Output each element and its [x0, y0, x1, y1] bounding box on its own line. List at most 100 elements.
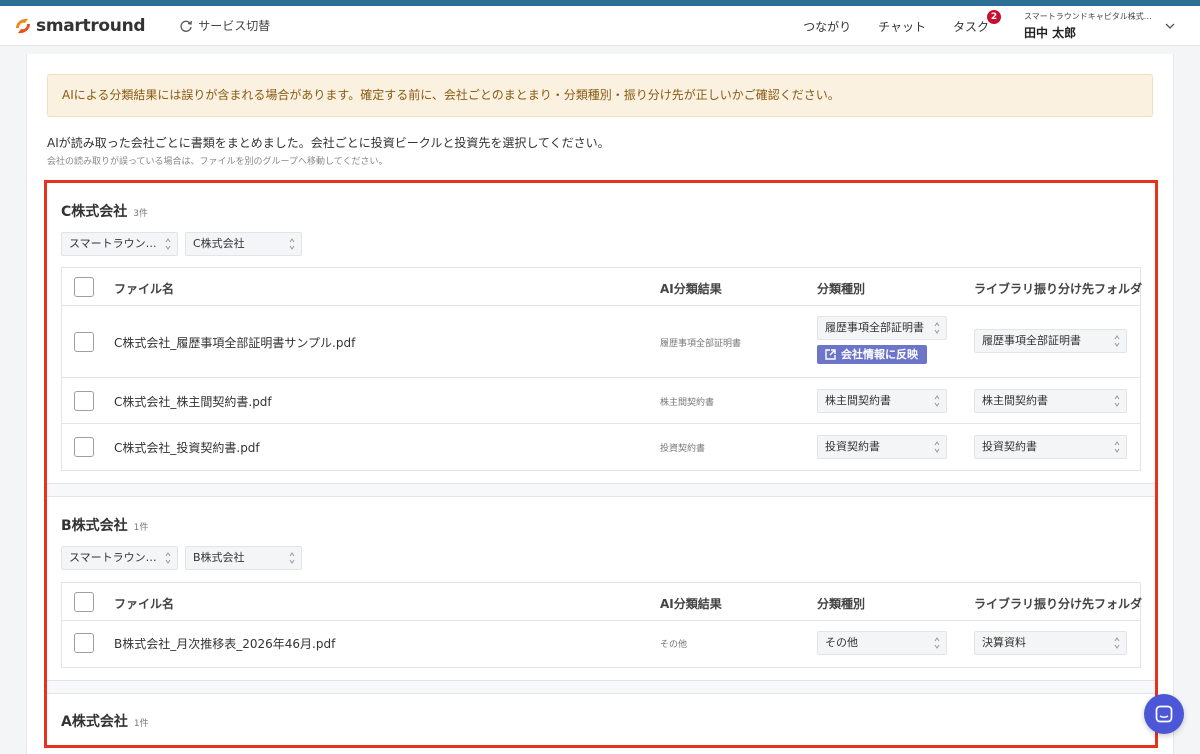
- folder-select[interactable]: 履歴事項全部証明書: [974, 329, 1127, 353]
- folder-select-value: 決算資料: [982, 636, 1026, 649]
- company-select-value: B株式会社: [193, 551, 245, 564]
- nav-chat[interactable]: チャット: [878, 18, 926, 35]
- select-all-checkbox[interactable]: [74, 592, 94, 612]
- group-title: A株式会社 1件: [61, 711, 149, 731]
- column-header-file: ファイル名: [114, 282, 175, 296]
- vehicle-select[interactable]: スマートラウン…: [61, 546, 178, 570]
- sort-arrows-icon: [934, 395, 940, 407]
- group-name: C株式会社: [61, 204, 128, 220]
- sort-arrows-icon: [1114, 441, 1120, 453]
- nav-connections[interactable]: つながり: [803, 18, 851, 35]
- logo[interactable]: smartround: [12, 15, 146, 36]
- service-switch-label: サービス切替: [198, 19, 271, 33]
- user-organization: スマートラウンドキャピタル株式…: [1024, 12, 1152, 21]
- nav-tasks-label: タスク: [952, 19, 989, 34]
- file-name: C株式会社_株主間契約書.pdf: [114, 395, 272, 409]
- company-groups-highlight: C株式会社 3件 スマートラウン… C株式会社 ファイル名 AI分類結果 分類種別…: [44, 180, 1158, 748]
- column-header-ai: AI分類結果: [660, 282, 722, 296]
- nav-tasks[interactable]: タスク 2: [952, 9, 1001, 35]
- folder-select-value: 履歴事項全部証明書: [982, 334, 1081, 347]
- type-select[interactable]: その他: [817, 631, 947, 655]
- company-select[interactable]: B株式会社: [185, 546, 302, 570]
- sort-arrows-icon: [289, 238, 295, 250]
- column-header-type: 分類種別: [817, 282, 866, 296]
- top-nav: つながり チャット タスク 2 スマートラウンドキャピタル株式… 田中 太郎: [803, 6, 1200, 46]
- user-name: 田中 太郎: [1024, 26, 1077, 40]
- folder-select[interactable]: 株主間契約書: [974, 389, 1127, 413]
- logo-text: smartround: [36, 15, 146, 36]
- service-switch-button[interactable]: サービス切替: [179, 17, 270, 34]
- company-group: A株式会社 1件: [47, 695, 1155, 745]
- row-checkbox[interactable]: [74, 633, 94, 653]
- company-select-value: C株式会社: [193, 237, 245, 250]
- app-header: smartround サービス切替 つながり チャット タスク 2 スマートラウ…: [0, 6, 1200, 46]
- table-row: C株式会社_投資契約書.pdf 投資契約書 投資契約書 投資契約書: [62, 424, 1140, 470]
- group-name: A株式会社: [61, 714, 128, 730]
- ai-result: 株主間契約書: [660, 398, 715, 408]
- column-header-folder: ライブラリ振り分け先フォルダ: [974, 597, 1143, 611]
- group-count: 1件: [133, 719, 149, 729]
- table-header-row: ファイル名 AI分類結果 分類種別 ライブラリ振り分け先フォルダ: [62, 268, 1143, 306]
- folder-select[interactable]: 決算資料: [974, 631, 1127, 655]
- reflect-company-info-button[interactable]: 会社情報に反映: [817, 345, 927, 364]
- ai-result: 投資契約書: [660, 444, 706, 454]
- vehicle-select[interactable]: スマートラウン…: [61, 232, 178, 256]
- sort-arrows-icon: [934, 322, 940, 334]
- column-header-folder: ライブラリ振り分け先フォルダ: [974, 282, 1143, 296]
- file-name: B株式会社_月次推移表_2026年46月.pdf: [114, 637, 336, 651]
- reflect-label: 会社情報に反映: [841, 348, 918, 361]
- column-header-file: ファイル名: [114, 597, 175, 611]
- sort-arrows-icon: [1114, 395, 1120, 407]
- type-select-value: 株主間契約書: [825, 394, 891, 407]
- type-select-value: 投資契約書: [825, 440, 880, 453]
- chevron-down-icon[interactable]: [1164, 20, 1176, 32]
- group-divider: [47, 680, 1155, 694]
- external-link-icon: [825, 349, 836, 360]
- sort-arrows-icon: [165, 238, 171, 250]
- company-group: C株式会社 3件 スマートラウン… C株式会社 ファイル名 AI分類結果 分類種別…: [47, 183, 1155, 483]
- group-divider: [47, 483, 1155, 497]
- row-checkbox[interactable]: [74, 391, 94, 411]
- group-count: 3件: [133, 209, 149, 219]
- ai-warning-banner: AIによる分類結果には誤りが含まれる場合があります。確定する前に、会社ごとのまと…: [47, 74, 1153, 117]
- select-all-checkbox[interactable]: [74, 277, 94, 297]
- table-row: C株式会社_株主間契約書.pdf 株主間契約書 株主間契約書 株主間契約書: [62, 378, 1140, 424]
- group-title: B株式会社 1件: [61, 515, 148, 535]
- row-checkbox[interactable]: [74, 437, 94, 457]
- column-header-ai: AI分類結果: [660, 597, 722, 611]
- table-header-row: ファイル名 AI分類結果 分類種別 ライブラリ振り分け先フォルダ: [62, 583, 1143, 621]
- ai-result: 履歴事項全部証明書: [660, 339, 742, 349]
- smartround-logo-icon: [16, 18, 30, 33]
- type-select[interactable]: 株主間契約書: [817, 389, 947, 413]
- row-checkbox[interactable]: [74, 332, 94, 352]
- user-menu[interactable]: スマートラウンドキャピタル株式… 田中 太郎: [1024, 11, 1164, 41]
- sort-arrows-icon: [934, 637, 940, 649]
- type-select[interactable]: 履歴事項全部証明書: [817, 316, 947, 340]
- chat-launcher-button[interactable]: [1144, 694, 1184, 734]
- folder-select[interactable]: 投資契約書: [974, 435, 1127, 459]
- file-name: C株式会社_履歴事項全部証明書サンプル.pdf: [114, 336, 356, 350]
- main-panel: AIによる分類結果には誤りが含まれる場合があります。確定する前に、会社ごとのまと…: [26, 54, 1174, 754]
- file-table: ファイル名 AI分類結果 分類種別 ライブラリ振り分け先フォルダ B株式会社_月…: [61, 582, 1143, 668]
- group-name: B株式会社: [61, 518, 128, 534]
- sort-arrows-icon: [1114, 637, 1120, 649]
- chat-bubble-icon: [1155, 705, 1173, 723]
- group-title: C株式会社 3件: [61, 201, 148, 221]
- folder-select-value: 投資契約書: [982, 440, 1037, 453]
- folder-select-value: 株主間契約書: [982, 394, 1048, 407]
- vehicle-select-value: スマートラウン…: [69, 551, 157, 564]
- type-select[interactable]: 投資契約書: [817, 435, 947, 459]
- sort-arrows-icon: [289, 552, 295, 564]
- intro-text: AIが読み取った会社ごとに書類をまとめました。会社ごとに投資ビークルと投資先を選…: [47, 136, 610, 150]
- task-count-badge: 2: [987, 9, 1001, 24]
- company-select[interactable]: C株式会社: [185, 232, 302, 256]
- file-name: C株式会社_投資契約書.pdf: [114, 441, 260, 455]
- refresh-icon: [180, 20, 193, 32]
- sort-arrows-icon: [934, 441, 940, 453]
- group-count: 1件: [133, 523, 149, 533]
- sort-arrows-icon: [1114, 335, 1120, 347]
- company-group: B株式会社 1件 スマートラウン… B株式会社 ファイル名 AI分類結果 分類種別…: [47, 498, 1155, 678]
- intro-subtext: 会社の読み取りが誤っている場合は、ファイルを別のグループへ移動してください。: [47, 157, 388, 167]
- vehicle-select-value: スマートラウン…: [69, 237, 157, 250]
- table-row: C株式会社_履歴事項全部証明書サンプル.pdf 履歴事項全部証明書 履歴事項全部…: [62, 306, 1140, 378]
